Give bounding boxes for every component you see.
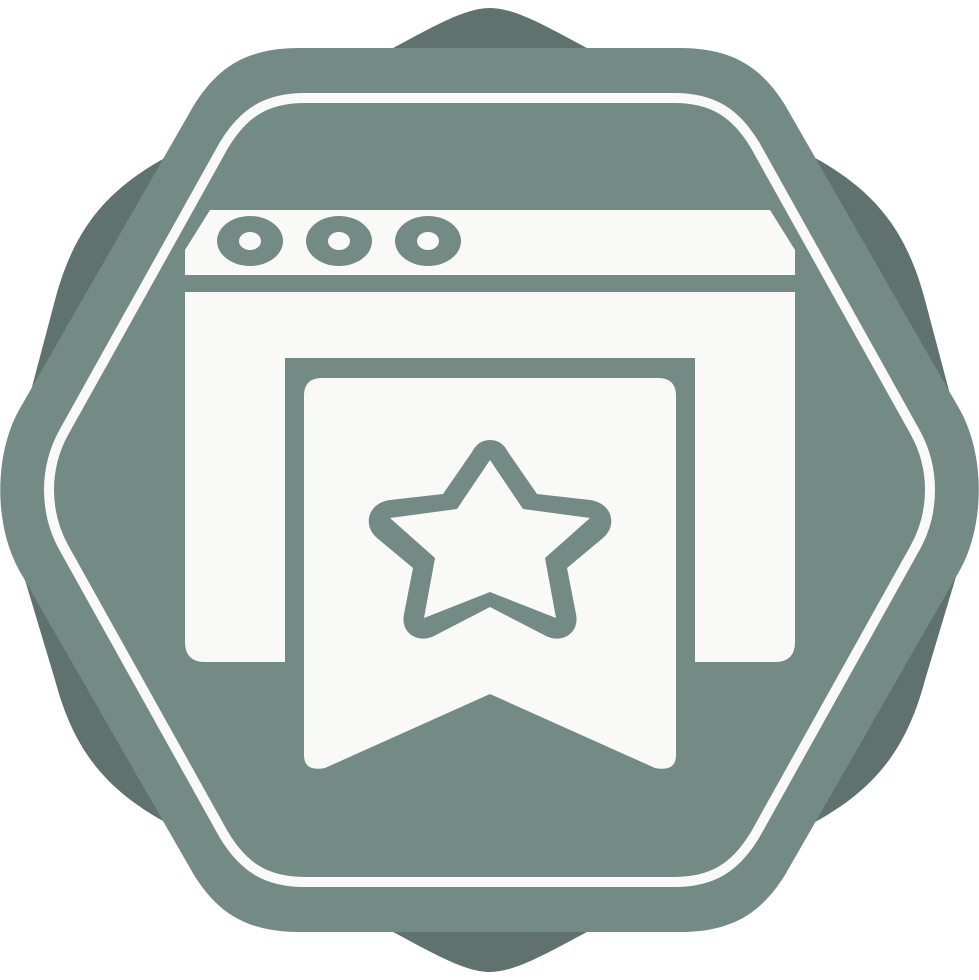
window-dot-center — [239, 232, 261, 250]
window-dot-center — [417, 232, 439, 250]
window-control-dots — [217, 216, 461, 266]
browser-bookmark-star-icon — [0, 8, 979, 972]
icon-canvas — [0, 0, 979, 980]
window-dot-center — [328, 232, 350, 250]
browser-window-body-top — [185, 292, 795, 358]
